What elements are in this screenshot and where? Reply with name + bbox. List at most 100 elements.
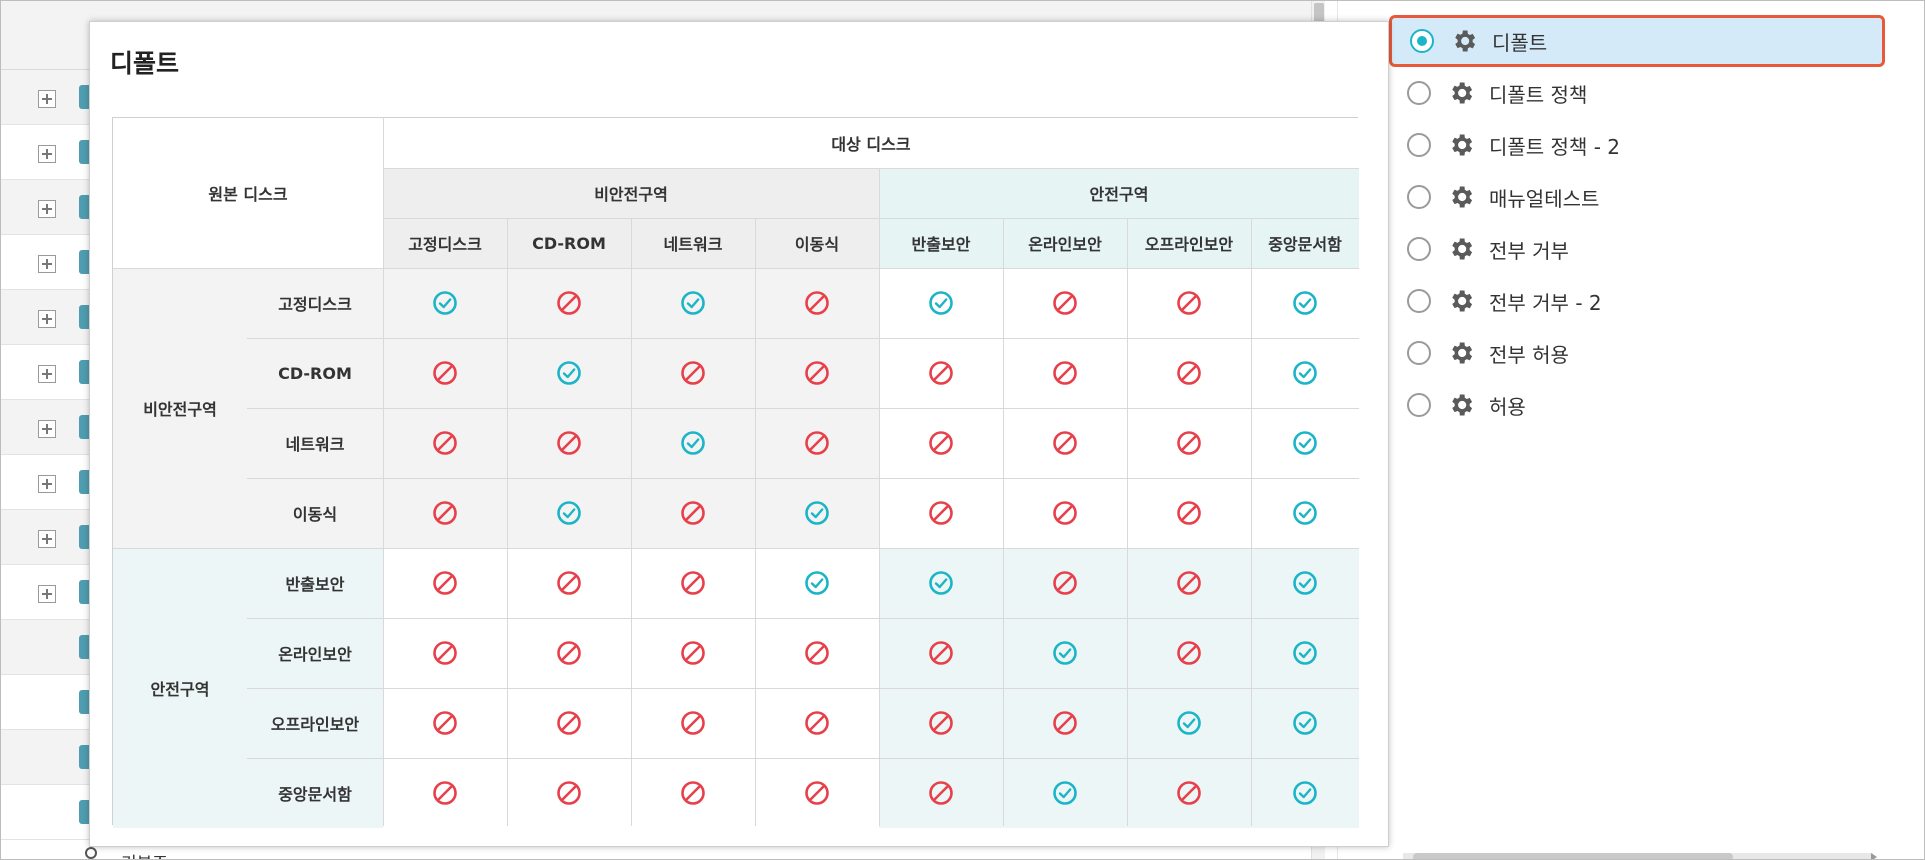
matrix-cell[interactable] [879, 268, 1003, 338]
matrix-cell[interactable] [383, 268, 507, 338]
matrix-cell[interactable] [383, 548, 507, 618]
prohibited-icon [929, 501, 953, 525]
expand-plus-icon[interactable] [38, 255, 56, 273]
matrix-cell[interactable] [631, 338, 755, 408]
matrix-cell[interactable] [507, 478, 631, 548]
matrix-cell[interactable] [1003, 688, 1127, 758]
policy-item[interactable]: 디폴트 정책 [1389, 67, 1885, 119]
matrix-cell[interactable] [879, 338, 1003, 408]
expand-plus-icon[interactable] [38, 310, 56, 328]
policy-item[interactable]: 디폴트 정책 - 2 [1389, 119, 1885, 171]
matrix-cell[interactable] [879, 548, 1003, 618]
matrix-cell[interactable] [755, 548, 879, 618]
matrix-cell[interactable] [755, 618, 879, 688]
matrix-cell[interactable] [631, 548, 755, 618]
policy-item[interactable]: 전부 거부 [1389, 223, 1885, 275]
matrix-cell[interactable] [383, 478, 507, 548]
radio-unselected-icon[interactable] [1407, 289, 1431, 313]
matrix-cell[interactable] [1003, 338, 1127, 408]
matrix-cell[interactable] [507, 548, 631, 618]
matrix-cell[interactable] [507, 688, 631, 758]
matrix-cell[interactable] [879, 688, 1003, 758]
matrix-cell[interactable] [1127, 268, 1251, 338]
matrix-cell[interactable] [1003, 618, 1127, 688]
matrix-cell[interactable] [1003, 548, 1127, 618]
matrix-cell[interactable] [383, 688, 507, 758]
policy-item[interactable]: 전부 허용 [1389, 327, 1885, 379]
matrix-cell[interactable] [755, 408, 879, 478]
expand-plus-icon[interactable] [38, 530, 56, 548]
matrix-cell[interactable] [631, 618, 755, 688]
prohibited-icon [1053, 711, 1077, 735]
matrix-cell[interactable] [1251, 688, 1359, 758]
matrix-cell[interactable] [1127, 548, 1251, 618]
expand-plus-icon[interactable] [38, 365, 56, 383]
radio-unselected-icon[interactable] [1407, 393, 1431, 417]
gear-icon [1455, 30, 1476, 52]
matrix-cell[interactable] [755, 268, 879, 338]
matrix-cell[interactable] [1127, 478, 1251, 548]
expand-plus-icon[interactable] [38, 475, 56, 493]
radio-unselected-icon[interactable] [1407, 81, 1431, 105]
matrix-cell[interactable] [1251, 478, 1359, 548]
prohibited-icon [805, 431, 829, 455]
prohibited-icon [557, 711, 581, 735]
expand-plus-icon[interactable] [38, 90, 56, 108]
matrix-cell[interactable] [383, 618, 507, 688]
expand-plus-icon[interactable] [38, 420, 56, 438]
expand-plus-icon[interactable] [38, 200, 56, 218]
matrix-cell[interactable] [507, 758, 631, 828]
matrix-cell[interactable] [631, 688, 755, 758]
matrix-cell[interactable] [1127, 408, 1251, 478]
matrix-cell[interactable] [879, 758, 1003, 828]
matrix-cell[interactable] [631, 758, 755, 828]
matrix-cell[interactable] [1003, 758, 1127, 828]
matrix-cell[interactable] [1003, 478, 1127, 548]
matrix-cell[interactable] [1251, 618, 1359, 688]
expand-plus-icon[interactable] [38, 585, 56, 603]
matrix-cell[interactable] [507, 408, 631, 478]
matrix-cell[interactable] [507, 338, 631, 408]
matrix-cell[interactable] [1251, 338, 1359, 408]
matrix-cell[interactable] [1003, 408, 1127, 478]
policy-item[interactable]: 디폴트 [1389, 15, 1885, 67]
matrix-cell[interactable] [1127, 338, 1251, 408]
policy-item[interactable]: 전부 거부 - 2 [1389, 275, 1885, 327]
matrix-cell[interactable] [507, 268, 631, 338]
policy-item[interactable]: 매뉴얼테스트 [1389, 171, 1885, 223]
matrix-cell[interactable] [1251, 268, 1359, 338]
radio-unselected-icon[interactable] [1407, 237, 1431, 261]
matrix-cell[interactable] [1003, 268, 1127, 338]
radio-unselected-icon[interactable] [1407, 185, 1431, 209]
matrix-cell[interactable] [631, 408, 755, 478]
check-circle-icon [1053, 781, 1077, 805]
policy-panel-scroll-thumb[interactable] [1413, 853, 1733, 859]
matrix-cell[interactable] [755, 338, 879, 408]
radio-selected-icon[interactable] [1410, 29, 1434, 53]
expand-plus-icon[interactable] [38, 145, 56, 163]
matrix-cell[interactable] [631, 268, 755, 338]
scroll-right-arrow-icon[interactable] [1871, 853, 1877, 859]
matrix-cell[interactable] [755, 688, 879, 758]
matrix-cell[interactable] [383, 338, 507, 408]
radio-unselected-icon[interactable] [1407, 133, 1431, 157]
matrix-cell[interactable] [755, 758, 879, 828]
matrix-cell[interactable] [383, 758, 507, 828]
policy-item[interactable]: 허용 [1389, 379, 1885, 431]
matrix-cell[interactable] [879, 618, 1003, 688]
radio-unselected-icon[interactable] [1407, 341, 1431, 365]
matrix-cell[interactable] [1127, 618, 1251, 688]
matrix-cell[interactable] [1251, 548, 1359, 618]
matrix-cell[interactable] [507, 618, 631, 688]
matrix-cell[interactable] [1251, 408, 1359, 478]
matrix-cell[interactable] [879, 478, 1003, 548]
matrix-cell[interactable] [1127, 758, 1251, 828]
matrix-cell[interactable] [631, 478, 755, 548]
prohibited-icon [1053, 571, 1077, 595]
policy-label: 허용 [1489, 394, 1526, 419]
matrix-cell[interactable] [879, 408, 1003, 478]
matrix-cell[interactable] [1251, 758, 1359, 828]
matrix-cell[interactable] [383, 408, 507, 478]
matrix-cell[interactable] [755, 478, 879, 548]
matrix-cell[interactable] [1127, 688, 1251, 758]
